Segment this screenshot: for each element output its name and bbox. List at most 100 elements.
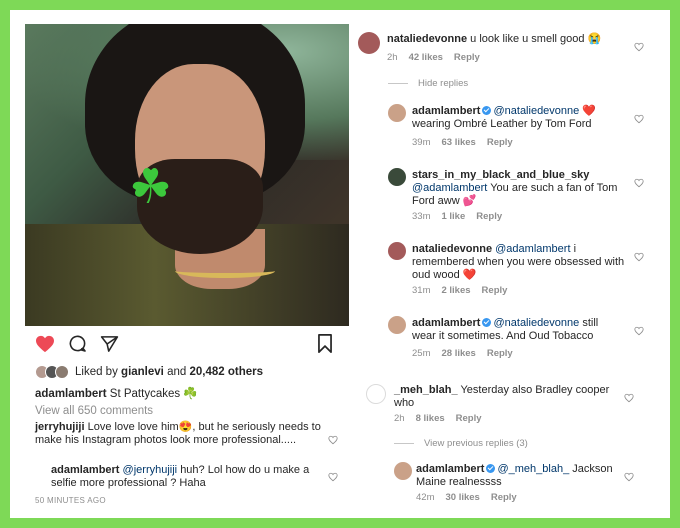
- bookmark-icon[interactable]: [317, 334, 333, 353]
- liked-by-prefix: Liked by: [75, 366, 118, 378]
- comment-username[interactable]: adamlambert: [412, 317, 480, 329]
- comment-text: wearing Ombré Leather by Tom Ford: [412, 118, 592, 130]
- comment-like-icon[interactable]: [328, 472, 338, 482]
- liker-avatars: [35, 365, 69, 379]
- comment-likes[interactable]: 63 likes: [441, 137, 475, 148]
- comment-time: 42m: [416, 492, 435, 503]
- view-previous-replies-button[interactable]: View previous replies (3): [394, 438, 528, 449]
- comment-username[interactable]: adamlambert: [51, 464, 119, 476]
- comment-nataliedevonne-2: nataliedevonne @adamlambert i remembered…: [412, 243, 627, 282]
- view-all-comments-link[interactable]: View all 650 comments: [35, 405, 153, 417]
- reply-button[interactable]: Reply: [456, 413, 482, 424]
- comment-inline-text: i: [573, 243, 577, 255]
- comment-inline-text: still: [582, 317, 599, 329]
- comment-username[interactable]: nataliedevonne: [387, 33, 467, 45]
- comment-time: 33m: [412, 211, 431, 222]
- comment-likes[interactable]: 42 likes: [409, 52, 443, 63]
- comment-likes[interactable]: 30 likes: [445, 492, 479, 503]
- comment-meh-blah: _meh_blah_ Yesterday also Bradley cooper…: [394, 384, 624, 410]
- comment-likes[interactable]: 1 like: [441, 211, 465, 222]
- comment-like-icon[interactable]: [634, 42, 644, 52]
- liked-by-and: and: [167, 366, 187, 378]
- post-caption: adamlambert St Pattycakes ☘️: [35, 386, 198, 400]
- comment-meta: 2h 8 likes Reply: [394, 413, 493, 424]
- reply-button[interactable]: Reply: [454, 52, 480, 63]
- liked-by-user[interactable]: gianlevi: [121, 366, 164, 378]
- comment-adamlambert-3: adamlambert @_meh_blah_ Jackson Maine rea…: [416, 463, 626, 489]
- comment-mention[interactable]: @adamlambert: [412, 182, 487, 194]
- comment-jerryhujiji: jerryhujiji Love love love him😍, but he …: [35, 421, 325, 447]
- clover-sticker-icon: ☘: [129, 161, 173, 214]
- comment-icon[interactable]: [68, 334, 87, 353]
- comment-like-icon[interactable]: [328, 435, 338, 445]
- share-icon[interactable]: [100, 335, 119, 353]
- comment-mention[interactable]: @nataliedevonne: [493, 105, 579, 117]
- comment-like-icon[interactable]: [634, 178, 644, 188]
- comment-like-icon[interactable]: [624, 393, 634, 403]
- comment-time: 2h: [394, 413, 405, 424]
- avatar[interactable]: [388, 168, 406, 186]
- comment-adamlambert-reply: adamlambert @jerryhujiji huh? Lol how do…: [51, 464, 321, 490]
- comment-username[interactable]: stars_in_my_black_and_blue_sky: [412, 169, 589, 181]
- comment-like-icon[interactable]: [634, 114, 644, 124]
- avatar[interactable]: [388, 242, 406, 260]
- comment-inline-text: ❤️: [582, 105, 597, 117]
- caption-username[interactable]: adamlambert: [35, 388, 107, 400]
- comment-adamlambert-1: adamlambert @nataliedevonne ❤️ wearing Om…: [412, 105, 632, 131]
- comment-username[interactable]: nataliedevonne: [412, 243, 492, 255]
- comment-text: u look like u smell good 😭: [470, 33, 602, 45]
- avatar[interactable]: [366, 384, 386, 404]
- avatar[interactable]: [388, 316, 406, 334]
- verified-badge-icon: [482, 106, 492, 115]
- comment-username[interactable]: adamlambert: [416, 463, 484, 475]
- comment-likes[interactable]: 2 likes: [441, 285, 470, 296]
- avatar[interactable]: [358, 32, 380, 54]
- view-previous-replies-label: View previous replies (3): [424, 438, 528, 449]
- comment-mention[interactable]: @_meh_blah_: [497, 463, 569, 475]
- comment-username[interactable]: jerryhujiji: [35, 421, 85, 433]
- reply-button[interactable]: Reply: [487, 348, 513, 359]
- comment-likes[interactable]: 8 likes: [416, 413, 445, 424]
- hide-replies-button[interactable]: Hide replies: [388, 78, 468, 89]
- caption-emoji: ☘️: [183, 388, 198, 400]
- comment-username[interactable]: adamlambert: [412, 105, 480, 117]
- reply-button[interactable]: Reply: [487, 137, 513, 148]
- comment-likes[interactable]: 28 likes: [441, 348, 475, 359]
- verified-badge-icon: [482, 318, 492, 327]
- hide-replies-label: Hide replies: [418, 78, 469, 89]
- avatar[interactable]: [394, 462, 412, 480]
- divider: [388, 83, 408, 84]
- comment-like-icon[interactable]: [634, 252, 644, 262]
- verified-badge-icon: [486, 464, 496, 473]
- reply-button[interactable]: Reply: [482, 285, 508, 296]
- avatar: [55, 365, 69, 379]
- post-actions: [35, 334, 132, 353]
- comment-time: 39m: [412, 137, 431, 148]
- post-timestamp: 50 MINUTES AGO: [35, 496, 106, 505]
- comment-stars-in-my-black-and-blue-sky: stars_in_my_black_and_blue_sky @adamlamb…: [412, 169, 622, 208]
- reply-button[interactable]: Reply: [491, 492, 517, 503]
- post-photo[interactable]: ☘: [25, 24, 349, 326]
- likes-count[interactable]: 20,482 others: [189, 366, 263, 378]
- reply-button[interactable]: Reply: [476, 211, 502, 222]
- screenshot-card: ☘ Liked by gianlevi and 20,482 others ad…: [10, 10, 670, 518]
- comment-meta: 42m 30 likes Reply: [416, 492, 528, 503]
- comment-mention[interactable]: @jerryhujiji: [123, 464, 178, 476]
- like-heart-icon[interactable]: [35, 335, 55, 353]
- avatar[interactable]: [388, 104, 406, 122]
- comment-mention[interactable]: @nataliedevonne: [493, 317, 579, 329]
- comment-username[interactable]: _meh_blah_: [394, 384, 458, 396]
- comment-meta: 33m 1 like Reply: [412, 211, 513, 222]
- comment-meta: 39m 63 likes Reply: [412, 137, 524, 148]
- liked-by-row: Liked by gianlevi and 20,482 others: [35, 365, 263, 379]
- comment-meta: 2h 42 likes Reply: [387, 52, 491, 63]
- comment-mention[interactable]: @adamlambert: [495, 243, 570, 255]
- comment-adamlambert-2: adamlambert @nataliedevonne still wear it…: [412, 317, 632, 343]
- caption-text: St Pattycakes: [109, 388, 181, 400]
- comment-text: Maine realnessss: [416, 476, 502, 488]
- photo-chain: [175, 264, 275, 278]
- comment-like-icon[interactable]: [624, 472, 634, 482]
- comment-like-icon[interactable]: [634, 326, 644, 336]
- divider: [394, 443, 414, 444]
- comment-time: 31m: [412, 285, 431, 296]
